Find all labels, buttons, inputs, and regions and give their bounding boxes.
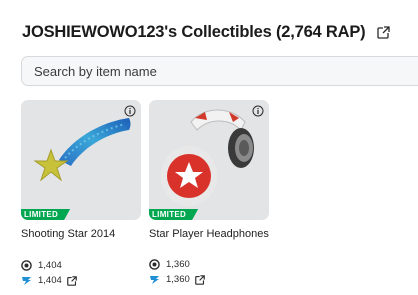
collectible-card[interactable]: LIMITED Shooting Star 2014 1,404 1,404 [21, 100, 142, 288]
page-title: JOSHIEWOWO123's Collectibles (2,764 RAP) [22, 22, 366, 41]
search-input[interactable] [21, 56, 418, 86]
item-thumbnail[interactable]: LIMITED [149, 100, 269, 220]
info-icon[interactable] [252, 105, 264, 117]
rap-value: 1,360 [166, 259, 190, 270]
collectibles-header: JOSHIEWOWO123's Collectibles (2,764 RAP) [22, 21, 391, 43]
price-stat: 1,360 [149, 272, 270, 287]
info-icon[interactable] [124, 105, 136, 117]
limited-badge: LIMITED [149, 209, 198, 220]
rap-stat: 1,360 [149, 257, 270, 272]
rap-stat: 1,404 [21, 258, 142, 273]
collectibles-panel: JOSHIEWOWO123's Collectibles (2,764 RAP) [0, 0, 418, 295]
price-value: 1,404 [38, 275, 62, 286]
external-link-icon[interactable] [194, 274, 205, 285]
shooting-star-image [33, 118, 131, 182]
collectible-card[interactable]: LIMITED Star Player Headphones 1,360 1,3… [149, 100, 270, 287]
robux-icon [22, 277, 31, 285]
rap-icon [149, 259, 160, 270]
rap-value: 1,404 [38, 260, 62, 271]
item-thumbnail[interactable]: LIMITED [21, 100, 141, 220]
robux-icon [150, 276, 159, 284]
external-link-icon[interactable] [66, 275, 77, 286]
limited-badge: LIMITED [21, 209, 70, 220]
rap-icon [21, 260, 32, 271]
price-stat: 1,404 [21, 273, 142, 288]
external-link-icon[interactable] [377, 25, 391, 39]
item-name[interactable]: Shooting Star 2014 [21, 228, 142, 255]
headphones-image [161, 109, 254, 206]
price-value: 1,360 [166, 274, 190, 285]
item-name[interactable]: Star Player Headphones [149, 228, 270, 255]
